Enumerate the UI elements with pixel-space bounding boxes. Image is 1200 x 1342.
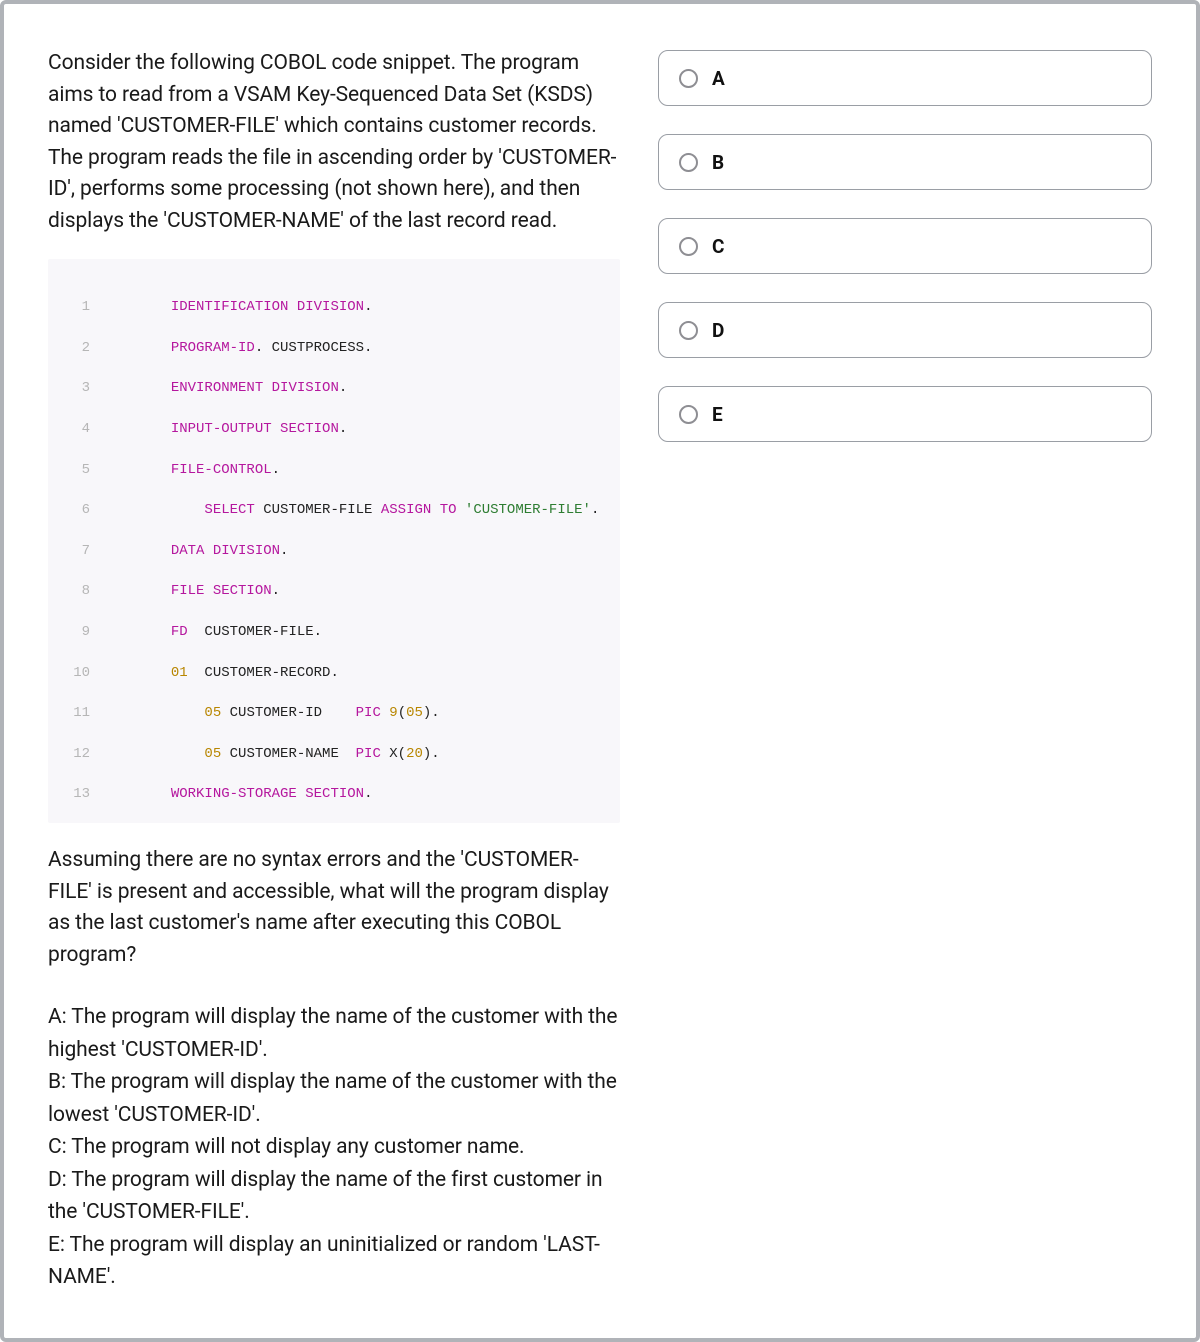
question-intro: Consider the following COBOL code snippe… — [48, 48, 620, 237]
answer-label: E — [712, 403, 723, 426]
answers-column: A B C D E — [658, 48, 1152, 1294]
answer-choice-c[interactable]: C — [658, 218, 1152, 274]
radio-icon — [679, 405, 698, 424]
answer-label: C — [712, 235, 724, 258]
question-prompt: Assuming there are no syntax errors and … — [48, 845, 620, 971]
answer-choice-a[interactable]: A — [658, 50, 1152, 106]
question-column: Consider the following COBOL code snippe… — [48, 48, 620, 1294]
option-text-d: D: The program will display the name of … — [48, 1164, 620, 1229]
option-text-e: E: The program will display an uninitial… — [48, 1229, 620, 1294]
radio-icon — [679, 237, 698, 256]
answer-choice-e[interactable]: E — [658, 386, 1152, 442]
radio-icon — [679, 69, 698, 88]
answer-label: A — [712, 67, 725, 90]
answer-label: B — [712, 151, 724, 174]
option-text-a: A: The program will display the name of … — [48, 1001, 620, 1066]
answer-choice-b[interactable]: B — [658, 134, 1152, 190]
answer-label: D — [712, 319, 724, 342]
code-snippet: 1 IDENTIFICATION DIVISION. 2 PROGRAM-ID.… — [48, 259, 620, 823]
question-options-text: A: The program will display the name of … — [48, 1001, 620, 1294]
radio-icon — [679, 321, 698, 340]
radio-icon — [679, 153, 698, 172]
question-frame: Consider the following COBOL code snippe… — [0, 0, 1200, 1342]
answer-choice-d[interactable]: D — [658, 302, 1152, 358]
option-text-c: C: The program will not display any cust… — [48, 1131, 620, 1164]
option-text-b: B: The program will display the name of … — [48, 1066, 620, 1131]
